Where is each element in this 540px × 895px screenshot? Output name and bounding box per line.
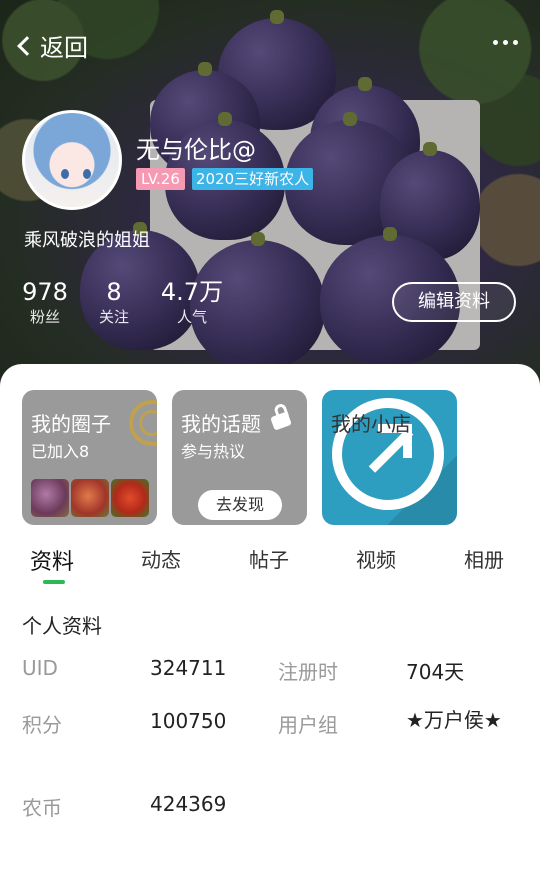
tab-activity[interactable]: 动态 [141, 544, 181, 573]
stat-value: 4.7万 [160, 278, 224, 306]
stat-popularity[interactable]: 4.7万 人气 [160, 278, 224, 328]
more-menu-button[interactable] [493, 40, 518, 45]
chevron-left-icon [17, 35, 37, 56]
more-dot-icon [503, 40, 508, 45]
tab-posts[interactable]: 帖子 [249, 544, 289, 573]
stat-label: 关注 [98, 308, 129, 326]
circle-thumbnail [71, 479, 109, 517]
points-label: 积分 [22, 713, 62, 737]
level-badge: LV.26 [136, 168, 185, 190]
stat-value: 8 [106, 278, 122, 306]
registered-label: 注册时 [278, 660, 338, 684]
avatar[interactable] [22, 110, 122, 210]
stat-value: 978 [22, 278, 68, 306]
tab-profile[interactable]: 资料 [30, 544, 74, 576]
stat-label: 粉丝 [29, 308, 60, 326]
avatar-eye [61, 169, 69, 179]
bio-text: 乘风破浪的姐姐 [24, 230, 150, 251]
username: 无与伦比@ [136, 136, 256, 164]
tile-subtitle: 已加入8 [31, 442, 90, 461]
stat-fans[interactable]: 978 粉丝 [22, 278, 68, 328]
registered-value: 704天 [406, 660, 465, 684]
discover-button[interactable]: 去发现 [198, 490, 282, 520]
lock-icon [269, 402, 295, 431]
tile-title: 我的圈子 [31, 412, 111, 436]
user-group-value: ★万户侯★ [406, 708, 502, 732]
my-shop-tile[interactable]: 我的小店 [322, 390, 457, 525]
circle-thumbnail [31, 479, 69, 517]
edit-profile-button[interactable]: 编辑资料 [392, 282, 516, 322]
active-tab-indicator [43, 580, 65, 584]
stat-label: 人气 [176, 308, 207, 326]
top-bar: 返回 [0, 24, 540, 68]
title-badge: 2020三好新农人 [192, 168, 314, 190]
coin-label: 农币 [22, 796, 62, 820]
more-dot-icon [513, 40, 518, 45]
back-label: 返回 [40, 34, 88, 62]
tile-title: 我的话题 [181, 412, 261, 436]
profile-tabs: 资料 动态 帖子 视频 相册 [0, 538, 540, 588]
my-topics-tile[interactable]: 我的话题 参与热议 去发现 [172, 390, 307, 525]
more-dot-icon [493, 40, 498, 45]
coin-value: 424369 [150, 792, 227, 816]
circle-thumbnail [111, 479, 149, 517]
uid-value: 324711 [150, 656, 227, 680]
avatar-eye [83, 169, 91, 179]
stat-following[interactable]: 8 关注 [96, 278, 132, 328]
tile-subtitle: 参与热议 [181, 442, 246, 461]
my-circles-tile[interactable]: 我的圈子 已加入8 [22, 390, 157, 525]
tile-title: 我的小店 [331, 412, 411, 436]
tab-album[interactable]: 相册 [464, 544, 504, 573]
tab-videos[interactable]: 视频 [356, 544, 396, 573]
section-title: 个人资料 [22, 614, 102, 638]
back-button[interactable]: 返回 [14, 28, 88, 63]
points-value: 100750 [150, 709, 227, 733]
uid-label: UID [22, 656, 58, 680]
user-group-label: 用户组 [278, 713, 338, 737]
